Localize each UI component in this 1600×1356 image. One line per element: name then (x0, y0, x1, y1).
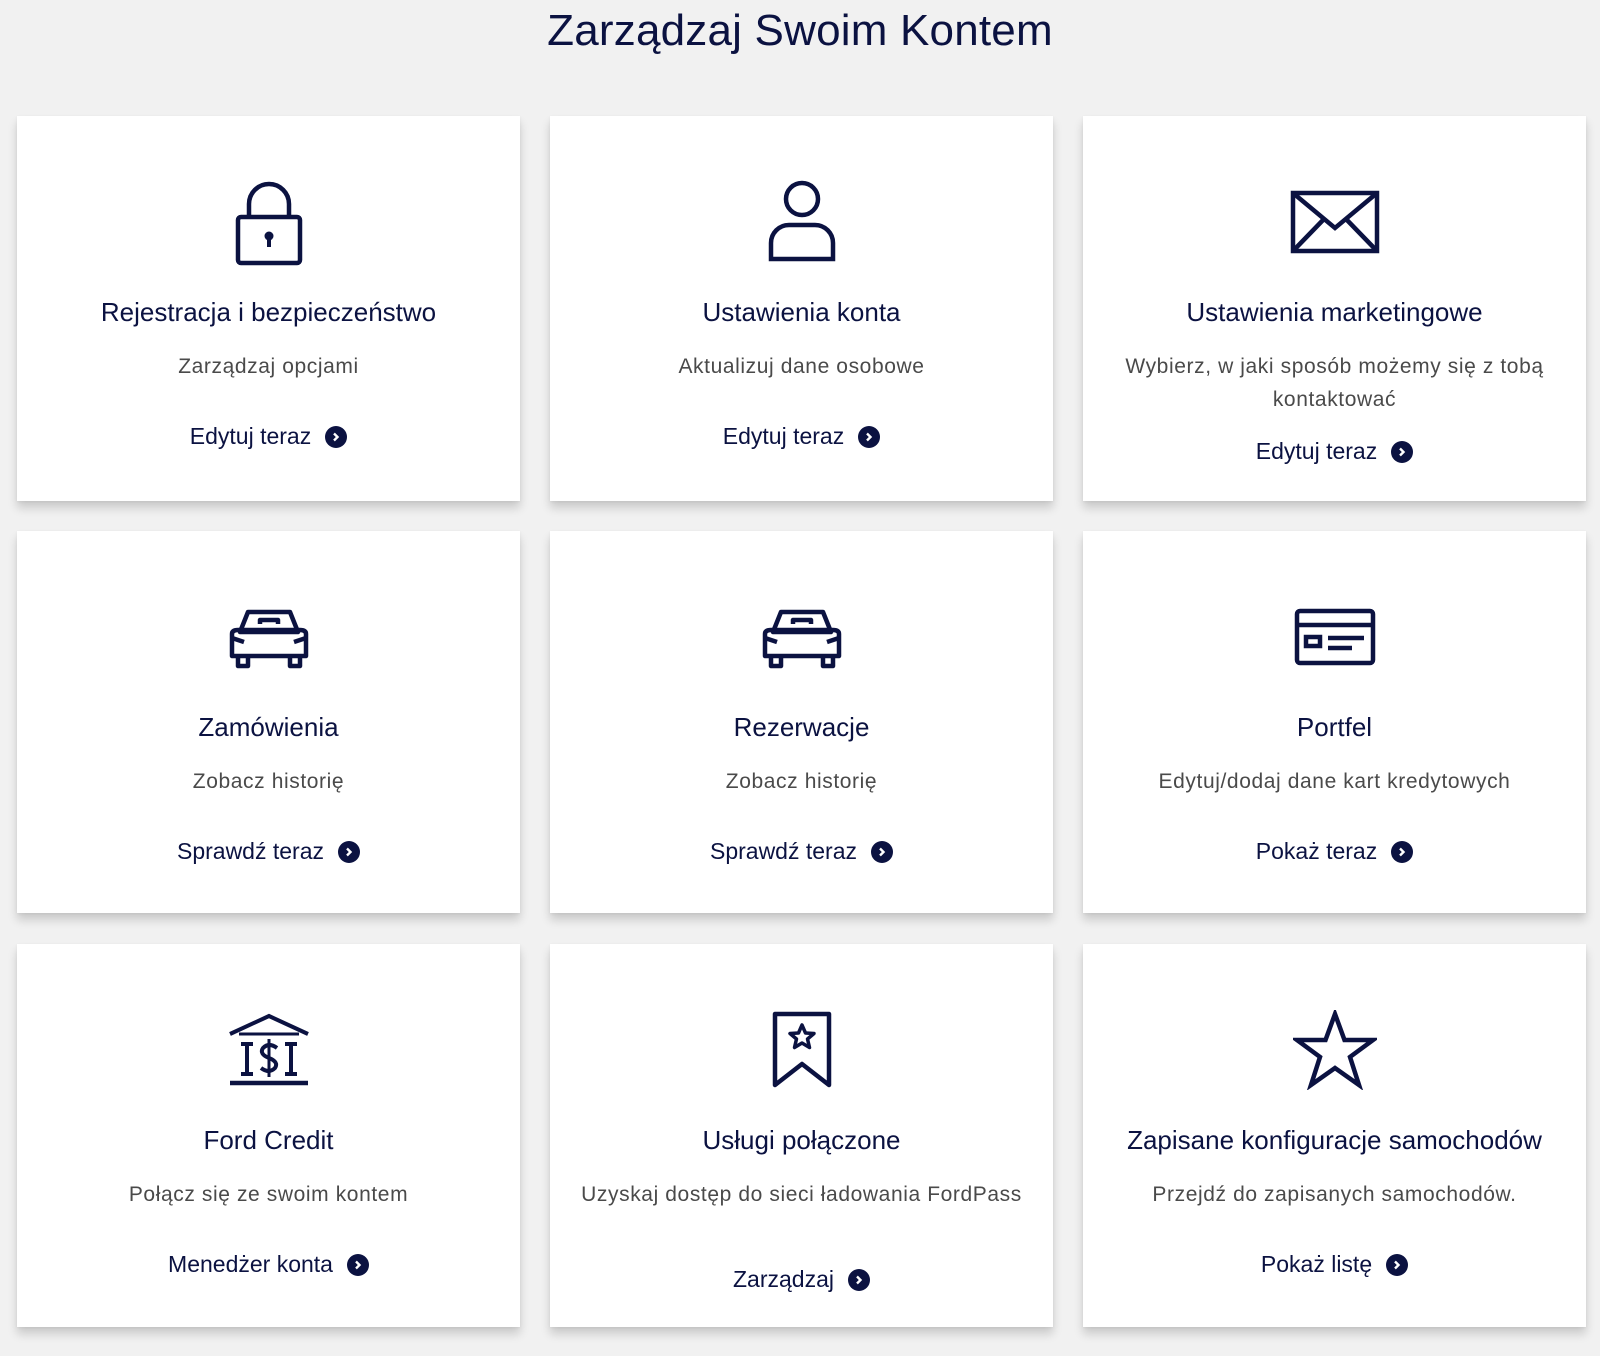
card-marketing-settings: Ustawienia marketingowe Wybierz, w jaki … (1083, 116, 1586, 501)
card-description: Aktualizuj dane osobowe (678, 355, 925, 378)
card-account-settings: Ustawienia konta Aktualizuj dane osobowe… (550, 116, 1053, 501)
show-list-link[interactable]: Pokaż listę (1083, 1251, 1586, 1278)
edit-now-link[interactable]: Edytuj teraz (17, 423, 520, 450)
card-title: Zapisane konfiguracje samochodów (1127, 1125, 1542, 1155)
card-description: Uzyskaj dostęp do sieci ładowania FordPa… (581, 1183, 1022, 1206)
check-now-link[interactable]: Sprawdź teraz (550, 838, 1053, 865)
card-connected-services: Usługi połączone Uzyskaj dostęp do sieci… (550, 944, 1053, 1327)
card-description: Przejdź do zapisanych samochodów. (1152, 1183, 1517, 1206)
show-now-link[interactable]: Pokaż teraz (1083, 838, 1586, 865)
card-description: Edytuj/dodaj dane kart kredytowych (1158, 770, 1511, 793)
chevron-right-circle-icon (847, 1268, 870, 1291)
card-title: Usługi połączone (702, 1125, 901, 1155)
chevron-right-circle-icon (1386, 1253, 1409, 1276)
account-manager-link[interactable]: Menedżer konta (17, 1251, 520, 1278)
card-title: Ustawienia marketingowe (1186, 297, 1483, 327)
card-title: Zamówienia (198, 712, 339, 742)
card-description: Zarządzaj opcjami (178, 355, 359, 378)
card-title: Rejestracja i bezpieczeństwo (100, 297, 437, 327)
star-icon (1285, 1000, 1385, 1100)
card-title: Rezerwacje (733, 712, 870, 742)
card-title: Portfel (1296, 712, 1373, 742)
card-title: Ford Credit (203, 1125, 334, 1155)
credit-card-icon (1285, 587, 1385, 687)
card-orders: Zamówienia Zobacz historię Sprawdź teraz (17, 531, 520, 913)
edit-now-link[interactable]: Edytuj teraz (550, 423, 1053, 450)
card-title: Ustawienia konta (702, 297, 901, 327)
card-ford-credit: Ford Credit Połącz się ze swoim kontem M… (17, 944, 520, 1327)
link-label: Edytuj teraz (1255, 438, 1378, 464)
card-description: Wybierz, w jaki sposób możemy się z tobą… (1125, 355, 1544, 411)
check-now-link[interactable]: Sprawdź teraz (17, 838, 520, 865)
chevron-right-circle-icon (338, 840, 360, 863)
link-label: Zarządzaj (733, 1266, 834, 1292)
car-icon (752, 587, 852, 687)
card-reservations: Rezerwacje Zobacz historię Sprawdź teraz (550, 531, 1053, 913)
card-description: Zobacz historię (192, 770, 345, 793)
chevron-right-circle-icon (858, 425, 881, 448)
page-title: Zarządzaj Swoim Kontem (547, 6, 1053, 55)
link-label: Edytuj teraz (189, 423, 312, 449)
link-label: Pokaż teraz (1255, 838, 1378, 864)
chevron-right-circle-icon (325, 425, 348, 448)
link-label: Edytuj teraz (722, 423, 845, 449)
edit-now-link[interactable]: Edytuj teraz (1083, 438, 1586, 465)
card-description: Połącz się ze swoim kontem (128, 1183, 409, 1206)
chevron-right-circle-icon (346, 1253, 369, 1276)
card-description: Zobacz historię (725, 770, 878, 793)
manage-link[interactable]: Zarządzaj (550, 1266, 1053, 1293)
link-label: Pokaż listę (1260, 1251, 1373, 1277)
card-wallet: Portfel Edytuj/dodaj dane kart kredytowy… (1083, 531, 1586, 913)
lock-icon (219, 172, 319, 272)
link-label: Menedżer konta (168, 1251, 333, 1277)
link-label: Sprawdź teraz (176, 838, 324, 864)
chevron-right-circle-icon (871, 840, 893, 863)
car-icon (219, 587, 319, 687)
card-registration-security: Rejestracja i bezpieczeństwo Zarządzaj o… (17, 116, 520, 501)
link-label: Sprawdź teraz (709, 838, 857, 864)
card-saved-configurations: Zapisane konfiguracje samochodów Przejdź… (1083, 944, 1586, 1327)
user-icon (752, 172, 852, 272)
envelope-icon (1285, 172, 1385, 272)
chevron-right-circle-icon (1391, 840, 1414, 863)
bookmark-star-icon (752, 1000, 852, 1100)
bank-icon (219, 1000, 319, 1100)
chevron-right-circle-icon (1391, 440, 1414, 463)
